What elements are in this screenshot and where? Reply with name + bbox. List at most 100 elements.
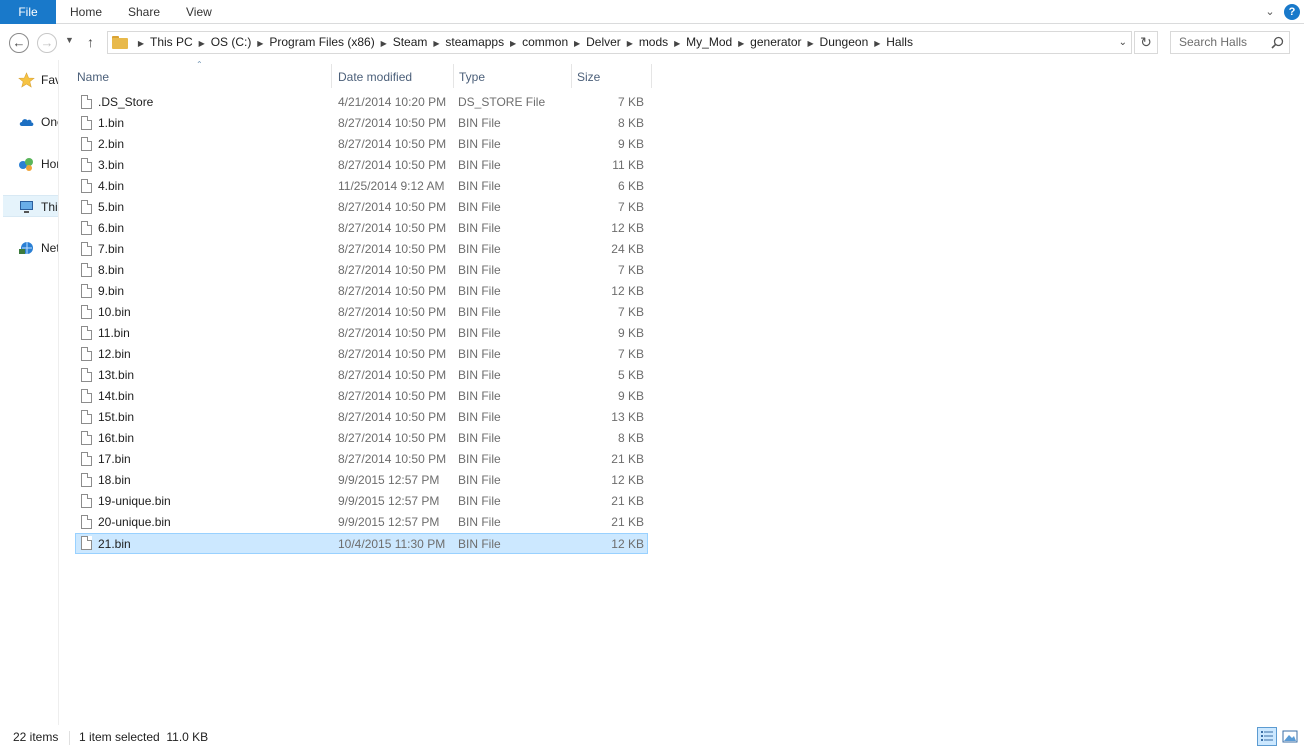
file-icon (81, 200, 92, 214)
recent-locations-icon[interactable]: ▼ (65, 35, 74, 45)
file-name: 4.bin (98, 179, 125, 193)
breadcrumb-item[interactable]: generator (750, 32, 801, 53)
divider (69, 731, 70, 745)
breadcrumb-item[interactable]: Delver (586, 32, 621, 53)
column-header-type[interactable]: Type (454, 64, 572, 88)
search-input[interactable]: Search Halls (1170, 31, 1290, 54)
file-size: 8 KB (617, 431, 644, 445)
sidebar-item-this-pc[interactable]: This PC (3, 195, 58, 217)
file-type: BIN File (458, 179, 501, 193)
file-row[interactable]: 4.bin 11/25/2014 9:12 AM BIN File 6 KB (75, 176, 648, 197)
file-size: 7 KB (617, 305, 644, 319)
help-icon[interactable]: ? (1284, 4, 1300, 20)
file-row[interactable]: .DS_Store 4/21/2014 10:20 PM DS_STORE File… (75, 92, 648, 113)
tab-home[interactable]: Home (70, 0, 102, 24)
breadcrumb-separator-icon[interactable]: ▶ (504, 33, 522, 54)
file-row[interactable]: 14t.bin 8/27/2014 10:50 PM BIN File 9 KB (75, 386, 648, 407)
expand-ribbon-icon[interactable]: ⌄ (1262, 4, 1278, 20)
file-row[interactable]: 13t.bin 8/27/2014 10:50 PM BIN File 5 KB (75, 365, 648, 386)
file-size: 7 KB (617, 95, 644, 109)
file-name: 21.bin (98, 537, 131, 551)
file-name: 11.bin (98, 326, 130, 340)
file-row[interactable]: 10.bin 8/27/2014 10:50 PM BIN File 7 KB (75, 302, 648, 323)
column-header-name[interactable]: Name (72, 64, 332, 88)
up-button[interactable]: ↑ (87, 33, 94, 51)
breadcrumb-separator-icon[interactable]: ▶ (132, 33, 150, 54)
tab-file[interactable]: File (0, 0, 56, 24)
file-name: 2.bin (98, 137, 125, 151)
folder-icon (112, 36, 128, 49)
file-row[interactable]: 16t.bin 8/27/2014 10:50 PM BIN File 8 KB (75, 428, 648, 449)
forward-button[interactable]: → (37, 33, 57, 53)
file-row[interactable]: 20-unique.bin 9/9/2015 12:57 PM BIN File 21… (75, 512, 648, 533)
file-row[interactable]: 17.bin 8/27/2014 10:50 PM BIN File 21 KB (75, 449, 648, 470)
breadcrumb-separator-icon[interactable]: ▶ (193, 33, 211, 54)
back-button[interactable]: ← (9, 33, 29, 53)
breadcrumb-separator-icon[interactable]: ▶ (251, 33, 269, 54)
search-placeholder: Search Halls (1179, 35, 1248, 49)
file-row[interactable]: 3.bin 8/27/2014 10:50 PM BIN File 11 KB (75, 155, 648, 176)
file-row[interactable]: 18.bin 9/9/2015 12:57 PM BIN File 12 KB (75, 470, 648, 491)
file-type: BIN File (458, 200, 501, 214)
breadcrumb-item[interactable]: Steam (393, 32, 428, 53)
breadcrumb-item[interactable]: Program Files (x86) (269, 32, 374, 53)
file-row[interactable]: 21.bin 10/4/2015 11:30 PM BIN File 12 KB (75, 533, 648, 554)
file-row[interactable]: 11.bin 8/27/2014 10:50 PM BIN File 9 KB (75, 323, 648, 344)
file-row[interactable]: 6.bin 8/27/2014 10:50 PM BIN File 12 KB (75, 218, 648, 239)
details-view-icon (1261, 731, 1273, 741)
breadcrumb-separator-icon[interactable]: ▶ (668, 33, 686, 54)
file-date-modified: 8/27/2014 10:50 PM (338, 347, 447, 361)
file-type: BIN File (458, 116, 501, 130)
file-size: 7 KB (617, 347, 644, 361)
file-name: 20-unique.bin (98, 515, 171, 529)
file-type: BIN File (458, 389, 501, 403)
sidebar-item-label: Favorites (41, 73, 58, 87)
file-icon (81, 410, 92, 424)
file-size: 24 KB (611, 242, 644, 256)
chevron-down-icon[interactable]: ⌄ (1119, 32, 1127, 53)
tab-share[interactable]: Share (128, 0, 160, 24)
file-name: 15t.bin (98, 410, 135, 424)
tab-view[interactable]: View (186, 0, 212, 24)
address-bar[interactable]: ▶ This PC ▶ OS (C:) ▶ Program Files (x86) ▶ Ste… (107, 31, 1132, 54)
file-row[interactable]: 15t.bin 8/27/2014 10:50 PM BIN File 13 KB (75, 407, 648, 428)
large-icons-view-button[interactable] (1280, 727, 1300, 746)
breadcrumb-item[interactable]: mods (639, 32, 668, 53)
file-row[interactable]: 9.bin 8/27/2014 10:50 PM BIN File 12 KB (75, 281, 648, 302)
column-header-size[interactable]: Size (572, 64, 652, 88)
sidebar-item-onedrive[interactable]: OneDrive (0, 111, 58, 133)
file-row[interactable]: 5.bin 8/27/2014 10:50 PM BIN File 7 KB (75, 197, 648, 218)
breadcrumb-separator-icon[interactable]: ▶ (568, 33, 586, 54)
breadcrumb-item[interactable]: OS (C:) (211, 32, 252, 53)
file-icon (81, 326, 92, 340)
file-row[interactable]: 1.bin 8/27/2014 10:50 PM BIN File 8 KB (75, 113, 648, 134)
breadcrumb-item[interactable]: steamapps (445, 32, 504, 53)
file-row[interactable]: 12.bin 8/27/2014 10:50 PM BIN File 7 KB (75, 344, 648, 365)
details-view-button[interactable] (1257, 727, 1277, 746)
sidebar-item-network[interactable]: Network (0, 237, 58, 259)
breadcrumb-separator-icon[interactable]: ▶ (621, 33, 639, 54)
breadcrumb-item[interactable]: Halls (886, 32, 913, 53)
file-row[interactable]: 8.bin 8/27/2014 10:50 PM BIN File 7 KB (75, 260, 648, 281)
search-icon[interactable] (1271, 36, 1284, 49)
column-header-date-modified[interactable]: Date modified (333, 64, 454, 88)
file-row[interactable]: 2.bin 8/27/2014 10:50 PM BIN File 9 KB (75, 134, 648, 155)
breadcrumb-separator-icon[interactable]: ▶ (375, 33, 393, 54)
breadcrumb-separator-icon[interactable]: ▶ (868, 33, 886, 54)
breadcrumb-item[interactable]: My_Mod (686, 32, 732, 53)
breadcrumb-item[interactable]: Dungeon (820, 32, 869, 53)
file-row[interactable]: 7.bin 8/27/2014 10:50 PM BIN File 24 KB (75, 239, 648, 260)
breadcrumb-item[interactable]: This PC (150, 32, 193, 53)
file-date-modified: 9/9/2015 12:57 PM (338, 473, 440, 487)
breadcrumb-separator-icon[interactable]: ▶ (802, 33, 820, 54)
breadcrumb-item[interactable]: common (522, 32, 568, 53)
breadcrumb-separator-icon[interactable]: ▶ (732, 33, 750, 54)
sidebar-item-favorites[interactable]: Favorites (0, 69, 58, 91)
breadcrumb-separator-icon[interactable]: ▶ (427, 33, 445, 54)
sidebar-item-homegroup[interactable]: Homegroup (0, 153, 58, 175)
file-row[interactable]: 19-unique.bin 9/9/2015 12:57 PM BIN File 21… (75, 491, 648, 512)
refresh-button[interactable]: ↻ (1134, 31, 1158, 54)
file-size: 5 KB (617, 368, 644, 382)
file-size: 12 KB (611, 284, 644, 298)
file-type: BIN File (458, 284, 501, 298)
